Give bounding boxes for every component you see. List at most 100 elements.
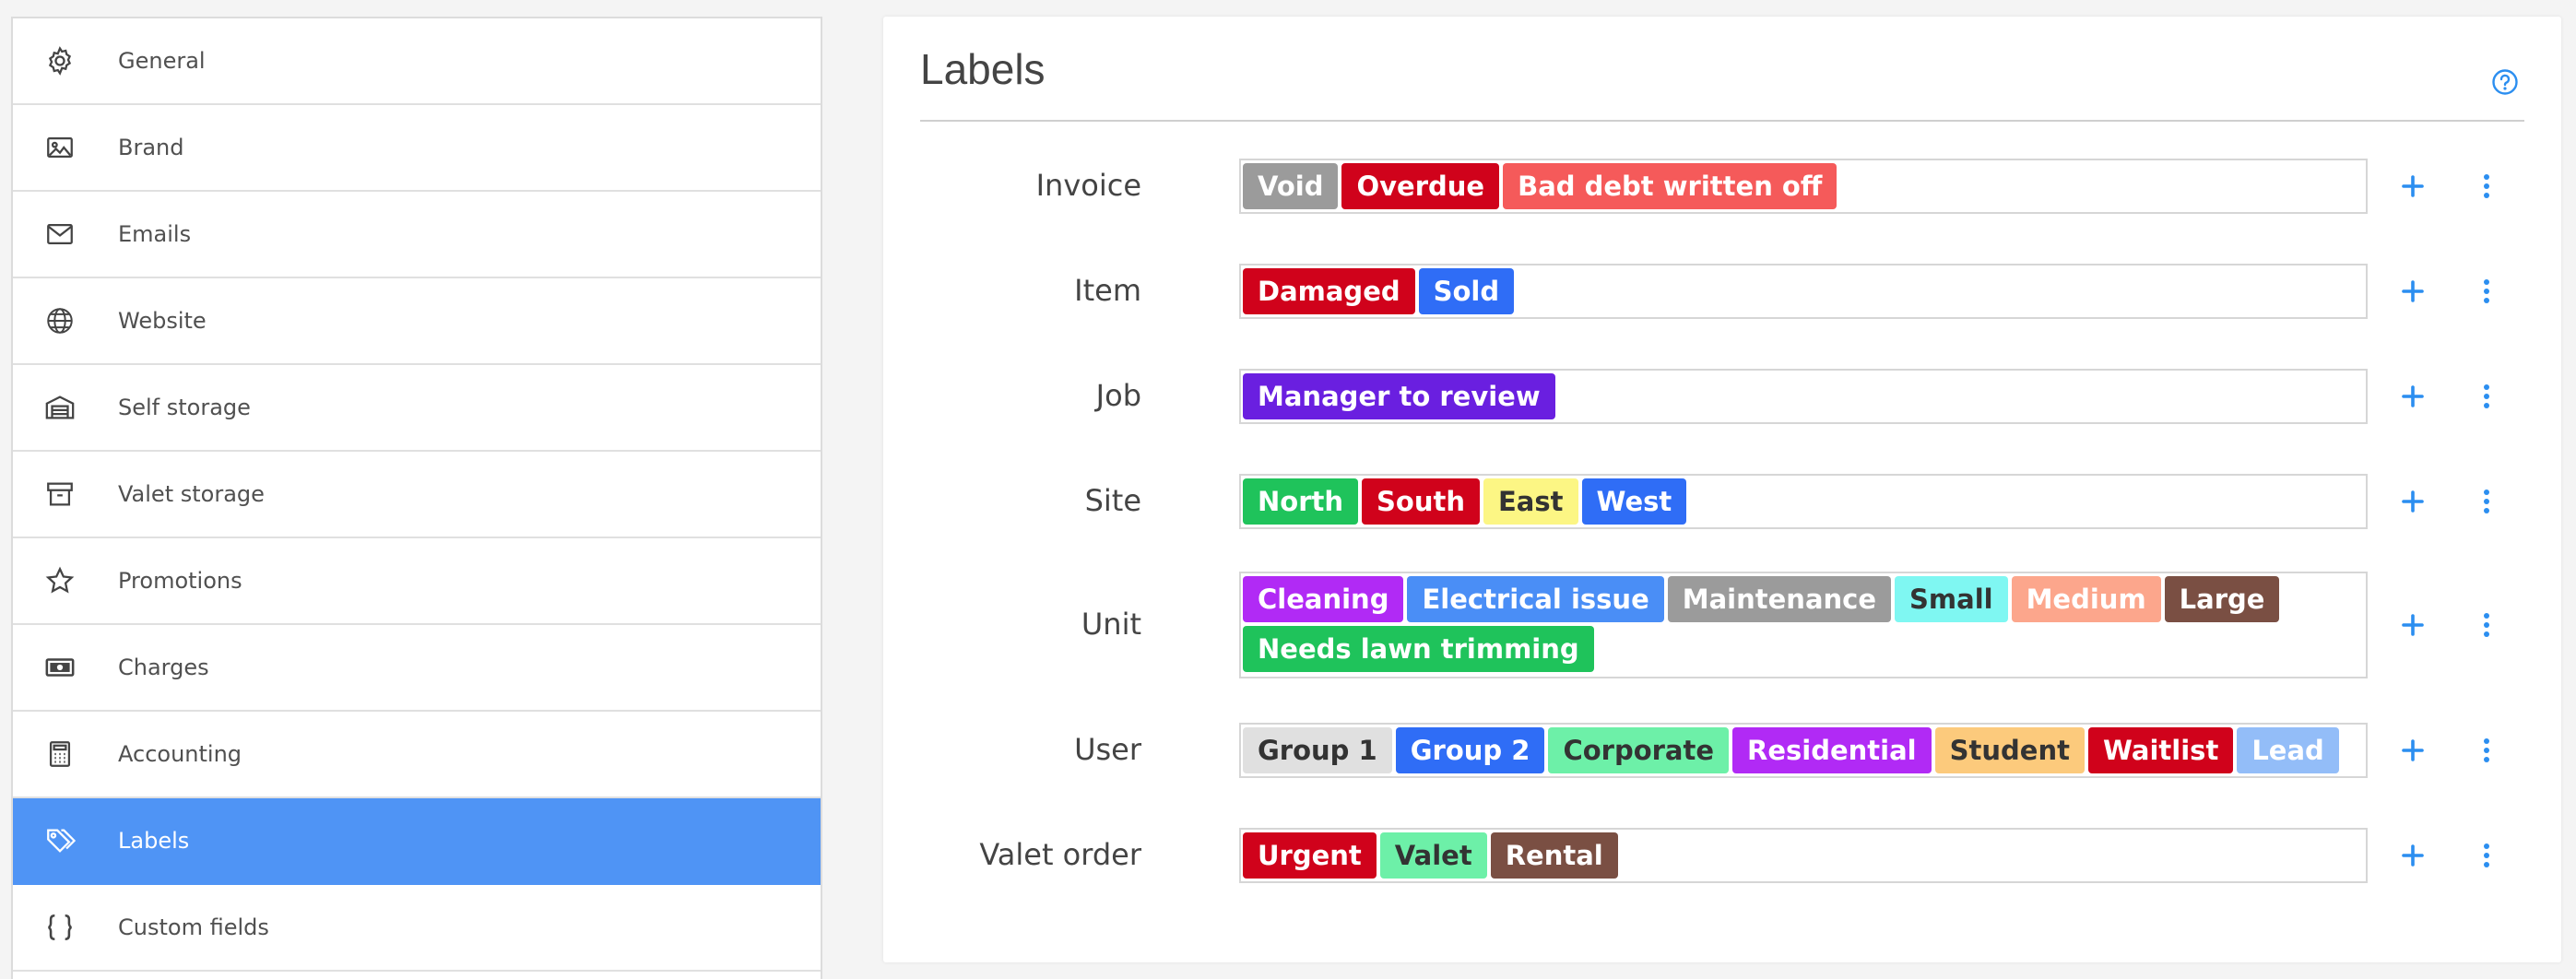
- label-tag[interactable]: South: [1362, 478, 1480, 525]
- sidebar-item-label: Website: [118, 308, 207, 334]
- title-divider: [920, 120, 2524, 122]
- calculator-icon: [42, 737, 77, 772]
- label-tag[interactable]: Cleaning: [1243, 576, 1404, 622]
- tag-list-job[interactable]: Manager to review: [1239, 369, 2368, 424]
- label-tag[interactable]: North: [1243, 478, 1359, 525]
- add-label-icon[interactable]: [2397, 840, 2428, 871]
- tag-list-user[interactable]: Group 1 Group 2 Corporate Residential Studen…: [1239, 723, 2368, 778]
- label-row-job: Job Manager to review: [883, 369, 2561, 424]
- label-tag[interactable]: Overdue: [1341, 163, 1500, 209]
- label-tag[interactable]: Group 1: [1243, 727, 1392, 773]
- add-label-icon[interactable]: [2397, 609, 2428, 641]
- sidebar-item-labels[interactable]: Labels: [13, 798, 821, 885]
- more-options-icon[interactable]: [2471, 276, 2502, 307]
- labels-panel: Labels Invoice Void Overdue Bad debt writte…: [883, 17, 2561, 962]
- sidebar-item-accounting[interactable]: Accounting: [13, 712, 821, 798]
- label-tag[interactable]: Needs lawn trimming: [1243, 626, 1594, 672]
- label-tag[interactable]: Void: [1243, 163, 1339, 209]
- label-tag[interactable]: Electrical issue: [1407, 576, 1664, 622]
- sidebar-item-label: Brand: [118, 135, 184, 160]
- envelope-icon: [42, 217, 77, 252]
- label-row-user: User Group 1 Group 2 Corporate Residential St…: [883, 723, 2561, 778]
- sidebar-item-label: Labels: [118, 828, 190, 854]
- tag-list-invoice[interactable]: Void Overdue Bad debt written off: [1239, 159, 2368, 214]
- sidebar-item-label: Charges: [118, 655, 209, 680]
- label-row-valet-order: Valet order Urgent Valet Rental: [883, 828, 2561, 883]
- label-row-site: Site North South East West: [883, 474, 2561, 529]
- sidebar-item-charges[interactable]: Charges: [13, 625, 821, 712]
- label-row-item: Item Damaged Sold: [883, 264, 2561, 319]
- more-options-icon[interactable]: [2471, 609, 2502, 641]
- sidebar-item-label: Valet storage: [118, 481, 265, 507]
- label-row-unit: Unit Cleaning Electrical issue Maintenance S…: [883, 572, 2561, 678]
- sidebar-item-promotions[interactable]: Promotions: [13, 538, 821, 625]
- label-tag[interactable]: Damaged: [1243, 268, 1415, 314]
- row-label: Job: [1095, 378, 1141, 413]
- label-tag[interactable]: Medium: [2011, 576, 2161, 622]
- label-tag[interactable]: Large: [2164, 576, 2280, 622]
- more-options-icon[interactable]: [2471, 840, 2502, 871]
- globe-icon: [42, 303, 77, 338]
- row-label: Item: [1074, 273, 1141, 308]
- label-tag[interactable]: East: [1483, 478, 1578, 525]
- sidebar-item-label: Custom fields: [118, 914, 269, 940]
- more-options-icon[interactable]: [2471, 486, 2502, 517]
- sidebar-item-website[interactable]: Website: [13, 278, 821, 365]
- more-options-icon[interactable]: [2471, 171, 2502, 202]
- label-tag[interactable]: Lead: [2237, 727, 2339, 773]
- label-tag[interactable]: Group 2: [1395, 727, 1545, 773]
- sidebar-item-label: General: [118, 48, 206, 74]
- label-tag[interactable]: Bad debt written off: [1503, 163, 1837, 209]
- sidebar-item-custom-fields[interactable]: Custom fields: [13, 885, 821, 972]
- image-icon: [42, 130, 77, 165]
- cash-icon: [42, 650, 77, 685]
- label-tag[interactable]: Sold: [1418, 268, 1515, 314]
- sidebar-item-label: Self storage: [118, 395, 251, 420]
- sidebar-item-self-storage[interactable]: Self storage: [13, 365, 821, 452]
- more-options-icon[interactable]: [2471, 735, 2502, 766]
- row-label: User: [1074, 732, 1141, 767]
- label-tag[interactable]: Rental: [1490, 832, 1618, 879]
- add-label-icon[interactable]: [2397, 735, 2428, 766]
- row-label: Site: [1084, 483, 1141, 518]
- sidebar-item-valet-storage[interactable]: Valet storage: [13, 452, 821, 538]
- sidebar-item-label: Accounting: [118, 741, 242, 767]
- add-label-icon[interactable]: [2397, 276, 2428, 307]
- tags-icon: [42, 823, 77, 858]
- label-tag[interactable]: Urgent: [1243, 832, 1377, 879]
- row-label: Valet order: [979, 837, 1141, 872]
- star-icon: [42, 563, 77, 598]
- more-options-icon[interactable]: [2471, 381, 2502, 412]
- warehouse-icon: [42, 390, 77, 425]
- sidebar-item-label: Emails: [118, 221, 192, 247]
- label-tag[interactable]: Maintenance: [1667, 576, 1892, 622]
- row-label: Invoice: [1035, 168, 1141, 203]
- archive-box-icon: [42, 477, 77, 512]
- label-tag[interactable]: Small: [1895, 576, 2008, 622]
- sidebar-item-emails[interactable]: Emails: [13, 192, 821, 278]
- tag-list-site[interactable]: North South East West: [1239, 474, 2368, 529]
- tag-list-item[interactable]: Damaged Sold: [1239, 264, 2368, 319]
- page-title: Labels: [920, 45, 1046, 93]
- sidebar-item-general[interactable]: General: [13, 18, 821, 105]
- sidebar-item-label: Promotions: [118, 568, 242, 594]
- label-tag[interactable]: Waitlist: [2087, 727, 2234, 773]
- tag-list-valet-order[interactable]: Urgent Valet Rental: [1239, 828, 2368, 883]
- add-label-icon[interactable]: [2397, 171, 2428, 202]
- sidebar-item-brand[interactable]: Brand: [13, 105, 821, 192]
- tag-list-unit[interactable]: Cleaning Electrical issue Maintenance Small…: [1239, 572, 2368, 678]
- label-tag[interactable]: Valet: [1379, 832, 1487, 879]
- row-label: Unit: [1081, 607, 1141, 642]
- label-row-invoice: Invoice Void Overdue Bad debt written off: [883, 159, 2561, 214]
- add-label-icon[interactable]: [2397, 486, 2428, 517]
- braces-icon: [42, 910, 77, 945]
- label-tag[interactable]: Residential: [1732, 727, 1932, 773]
- label-tag[interactable]: West: [1581, 478, 1687, 525]
- label-tag[interactable]: Corporate: [1548, 727, 1730, 773]
- help-icon[interactable]: [2491, 68, 2519, 96]
- add-label-icon[interactable]: [2397, 381, 2428, 412]
- gear-icon: [42, 43, 77, 78]
- label-tag[interactable]: Student: [1934, 727, 2085, 773]
- label-tag[interactable]: Manager to review: [1243, 373, 1555, 419]
- settings-sidebar: General Brand Emails Website Self storage Val…: [11, 17, 822, 979]
